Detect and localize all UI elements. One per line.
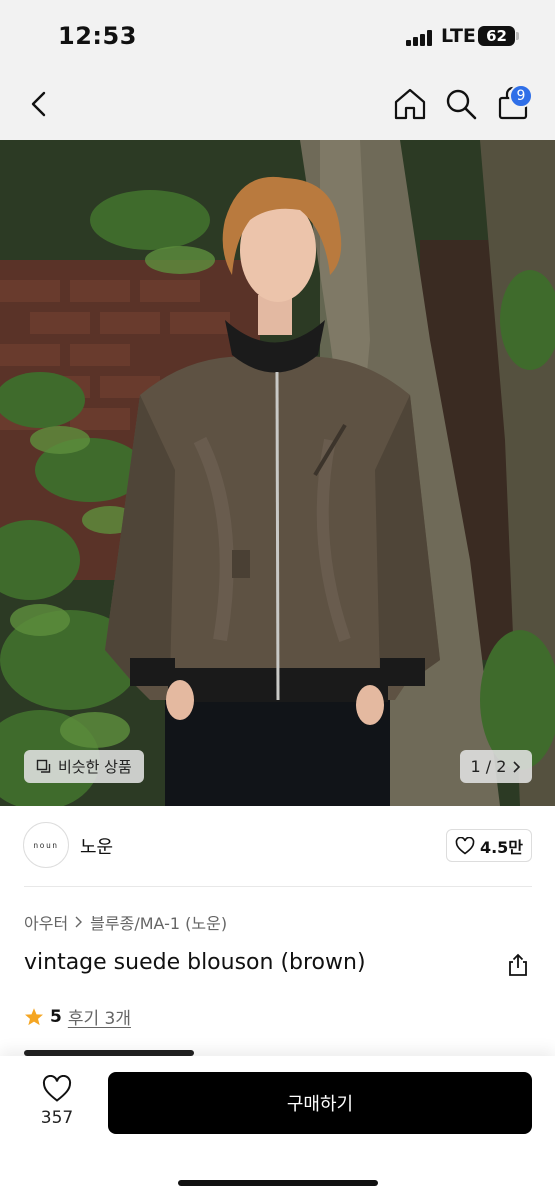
similar-products-button[interactable]: 비슷한 상품 (24, 750, 144, 783)
chevron-right-icon (75, 916, 83, 928)
network-label: LTE (441, 25, 476, 47)
wish-count: 357 (40, 1108, 74, 1128)
shop-like-count: 4.5만 (479, 837, 524, 857)
product-title: vintage suede blouson (brown) (24, 950, 366, 975)
product-rating: 5 후기 3개 (24, 1004, 131, 1029)
image-page-indicator[interactable]: 1 / 2 (460, 750, 532, 783)
shop-like-button[interactable]: 4.5만 (446, 829, 532, 862)
rating-score: 5 (50, 1006, 62, 1027)
breadcrumb: 아우터 블루종/MA-1 (노운) (24, 910, 227, 934)
breadcrumb-item-subcategory[interactable]: 블루종/MA-1 (노운) (90, 910, 227, 934)
cart-count-badge: 9 (509, 84, 533, 108)
page-indicator-text: 1 / 2 (470, 757, 507, 776)
shop-logo[interactable]: noun (23, 822, 69, 868)
buy-button[interactable]: 구매하기 (108, 1072, 532, 1134)
divider (24, 886, 532, 887)
star-icon (25, 1007, 43, 1025)
chevron-right-icon (513, 760, 521, 773)
signal-icon (406, 30, 434, 46)
product-image[interactable] (0, 140, 555, 806)
battery-level: 62 (486, 27, 507, 45)
product-photo (0, 140, 555, 806)
home-indicator (178, 1180, 378, 1186)
heart-icon (455, 836, 475, 855)
share-icon[interactable] (505, 952, 531, 978)
status-bar: 12:53 LTE 62 (0, 0, 555, 70)
breadcrumb-item-category[interactable]: 아우터 (24, 910, 68, 934)
shop-name[interactable]: 노운 (80, 833, 113, 859)
battery-icon: 62 (478, 26, 515, 46)
nav-bar: 9 (0, 70, 555, 140)
chevron-left-icon[interactable] (24, 88, 56, 120)
copy-icon (36, 759, 51, 773)
reviews-link[interactable]: 후기 3개 (68, 1004, 131, 1029)
battery-tip (516, 32, 519, 40)
home-icon[interactable] (392, 86, 428, 122)
shop-logo-text: noun (33, 840, 59, 850)
status-time: 12:53 (58, 22, 137, 50)
heart-icon[interactable] (42, 1075, 72, 1103)
similar-products-label: 비슷한 상품 (58, 758, 132, 776)
search-icon[interactable] (443, 86, 479, 122)
